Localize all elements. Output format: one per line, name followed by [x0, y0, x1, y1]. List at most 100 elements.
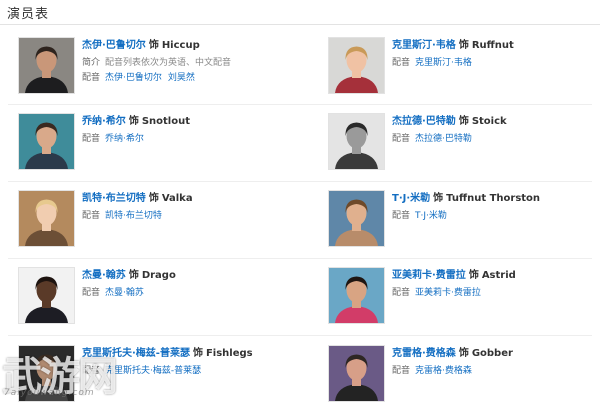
- dub-actor-link[interactable]: 克里斯汀·韦格: [415, 58, 472, 68]
- actor-photo[interactable]: [328, 113, 385, 170]
- dub-actor-link[interactable]: 杰伊·巴鲁切尔: [105, 73, 162, 83]
- watermark: 武游网 7aiyouwang.com: [0, 344, 120, 400]
- page-header: 演员表: [0, 0, 600, 25]
- cast-card: 杰拉德·巴特勒饰 Stoick 配音 杰拉德·巴特勒: [328, 113, 598, 175]
- dub-actor-link[interactable]: 杰拉德·巴特勒: [415, 134, 472, 144]
- cast-heading: 杰曼·翰苏饰 Drago: [82, 269, 176, 282]
- portrait-image: [19, 114, 74, 169]
- as-label: 饰: [128, 116, 139, 127]
- actor-photo[interactable]: [328, 345, 385, 402]
- dub-line: 配音 亚美莉卡·费雷拉: [392, 287, 487, 299]
- portrait-image: [329, 114, 384, 169]
- actor-name-link[interactable]: 克里斯汀·韦格: [392, 40, 456, 51]
- actor-name-link[interactable]: T·J·米勒: [392, 193, 430, 204]
- role-name: Ruffnut: [471, 40, 514, 51]
- dub-label: 配音: [82, 211, 101, 221]
- actor-photo[interactable]: [328, 267, 385, 324]
- role-name: Gobber: [471, 348, 513, 359]
- dub-line: 配音 凯特·布兰切特: [82, 210, 168, 222]
- watermark-url: 7aiyouwang.com: [4, 388, 95, 398]
- role-name: Drago: [141, 270, 176, 281]
- dub-label: 配音: [392, 288, 411, 298]
- actor-photo[interactable]: [18, 37, 75, 94]
- dub-label: 配音: [82, 288, 101, 298]
- dub-actor-link[interactable]: 克雷格·费格森: [415, 366, 472, 376]
- as-label: 饰: [468, 270, 479, 281]
- cast-card: 凯特·布兰切特饰 Valka 配音 凯特·布兰切特: [18, 190, 288, 252]
- as-label: 饰: [458, 40, 469, 51]
- as-label: 饰: [192, 348, 203, 359]
- actor-name-link[interactable]: 乔纳·希尔: [82, 116, 126, 127]
- as-label: 饰: [148, 193, 159, 204]
- row-divider: [8, 181, 592, 182]
- role-name: Hiccup: [161, 40, 200, 51]
- role-name: Fishlegs: [205, 348, 253, 359]
- cast-card: 克雷格·费格森饰 Gobber 配音 克雷格·费格森: [328, 345, 598, 407]
- intro-line: 简介 配音列表依次为英语、中文配音: [82, 57, 231, 69]
- as-label: 饰: [458, 348, 469, 359]
- dub-line: 配音 杰伊·巴鲁切尔 刘昊然: [82, 72, 201, 84]
- cast-heading: 凯特·布兰切特饰 Valka: [82, 192, 193, 205]
- as-label: 饰: [458, 116, 469, 127]
- dub-label: 配音: [392, 134, 411, 144]
- dub-label: 配音: [82, 73, 101, 83]
- as-label: 饰: [128, 270, 139, 281]
- portrait-image: [19, 38, 74, 93]
- actor-photo[interactable]: [18, 267, 75, 324]
- cast-card: T·J·米勒饰 Tuffnut Thorston 配音 T·J·米勒: [328, 190, 598, 252]
- row-divider: [8, 104, 592, 105]
- dub-line: 配音 克雷格·费格森: [392, 365, 478, 377]
- dub-actor-link[interactable]: 凯特·布兰切特: [105, 211, 162, 221]
- actor-photo[interactable]: [18, 190, 75, 247]
- actor-name-link[interactable]: 克雷格·费格森: [392, 348, 456, 359]
- dub-actor-link[interactable]: T·J·米勒: [415, 211, 447, 221]
- portrait-image: [329, 268, 384, 323]
- dub-label: 配音: [392, 58, 411, 68]
- dub-line: 配音 克里斯汀·韦格: [392, 57, 478, 69]
- row-divider: [8, 258, 592, 259]
- dub-actor-link[interactable]: 亚美莉卡·费雷拉: [415, 288, 481, 298]
- cast-card: 乔纳·希尔饰 Snotlout 配音 乔纳·希尔: [18, 113, 288, 175]
- row-divider: [8, 335, 592, 336]
- dub-line: 配音 杰拉德·巴特勒: [392, 133, 478, 145]
- dub-label: 配音: [392, 211, 411, 221]
- role-name: Valka: [161, 193, 193, 204]
- actor-name-link[interactable]: 杰伊·巴鲁切尔: [82, 40, 146, 51]
- dub-actor-link[interactable]: 杰曼·翰苏: [105, 288, 144, 298]
- role-name: Snotlout: [141, 116, 190, 127]
- dub-actor-link[interactable]: 刘昊然: [168, 73, 195, 83]
- role-name: Astrid: [481, 270, 516, 281]
- cast-card: 杰曼·翰苏饰 Drago 配音 杰曼·翰苏: [18, 267, 288, 329]
- as-label: 饰: [148, 40, 159, 51]
- cast-heading: 克雷格·费格森饰 Gobber: [392, 347, 513, 360]
- actor-name-link[interactable]: 凯特·布兰切特: [82, 193, 146, 204]
- cast-heading: T·J·米勒饰 Tuffnut Thorston: [392, 192, 540, 205]
- actor-photo[interactable]: [18, 113, 75, 170]
- cast-card: 杰伊·巴鲁切尔饰 Hiccup 简介 配音列表依次为英语、中文配音 配音 杰伊·巴鲁切尔刘…: [18, 37, 288, 99]
- actor-name-link[interactable]: 杰曼·翰苏: [82, 270, 126, 281]
- actor-name-link[interactable]: 亚美莉卡·费雷拉: [392, 270, 466, 281]
- role-name: Tuffnut Thorston: [446, 193, 541, 204]
- as-label: 饰: [433, 193, 444, 204]
- cast-heading: 杰拉德·巴特勒饰 Stoick: [392, 115, 507, 128]
- page-title: 演员表: [7, 7, 50, 22]
- dub-label: 配音: [82, 134, 101, 144]
- dub-line: 配音 杰曼·翰苏: [82, 287, 150, 299]
- intro-text: 配音列表依次为英语、中文配音: [105, 58, 232, 68]
- cast-heading: 克里斯汀·韦格饰 Ruffnut: [392, 39, 514, 52]
- intro-label: 简介: [82, 58, 101, 68]
- actor-photo[interactable]: [328, 190, 385, 247]
- cast-heading: 乔纳·希尔饰 Snotlout: [82, 115, 190, 128]
- cast-heading: 杰伊·巴鲁切尔饰 Hiccup: [82, 39, 200, 52]
- portrait-image: [329, 38, 384, 93]
- portrait-image: [329, 346, 384, 401]
- actor-name-link[interactable]: 杰拉德·巴特勒: [392, 116, 456, 127]
- actor-photo[interactable]: [328, 37, 385, 94]
- portrait-image: [329, 191, 384, 246]
- dub-actor-link[interactable]: 乔纳·希尔: [105, 134, 144, 144]
- portrait-image: [19, 268, 74, 323]
- dub-line: 配音 乔纳·希尔: [82, 133, 150, 145]
- role-name: Stoick: [471, 116, 507, 127]
- dub-line: 配音 T·J·米勒: [392, 210, 453, 222]
- cast-card: 亚美莉卡·费雷拉饰 Astrid 配音 亚美莉卡·费雷拉: [328, 267, 598, 329]
